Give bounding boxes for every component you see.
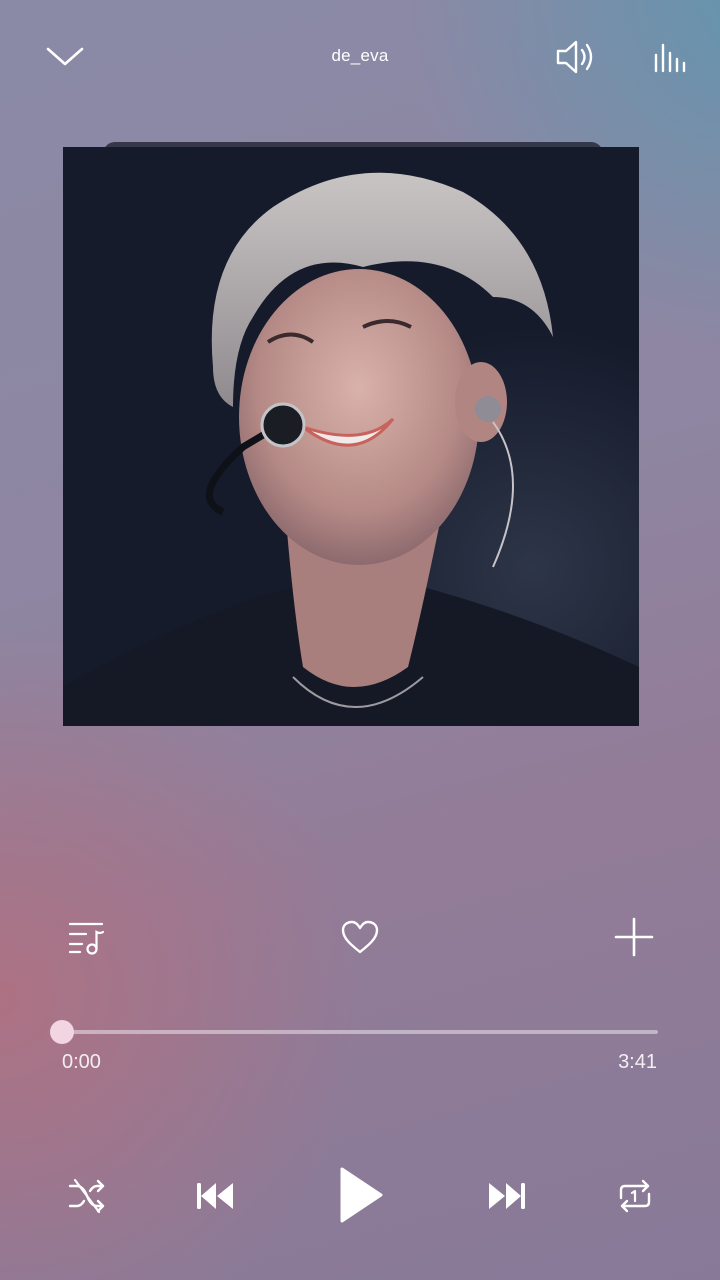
heart-icon <box>341 920 379 954</box>
next-icon <box>489 1183 525 1209</box>
playlist-button[interactable] <box>60 914 112 960</box>
song-info <box>0 726 720 816</box>
shuffle-button[interactable] <box>62 1172 112 1220</box>
seek-bar[interactable] <box>50 1020 658 1044</box>
favorite-button[interactable] <box>336 914 384 960</box>
equalizer-icon <box>654 43 686 73</box>
equalizer-button[interactable] <box>650 38 692 76</box>
repeat-button[interactable] <box>610 1172 660 1220</box>
album-art <box>63 142 639 726</box>
album-art-image <box>63 147 639 726</box>
plus-icon <box>614 917 654 957</box>
repeat-one-icon <box>619 1179 651 1213</box>
previous-button[interactable] <box>190 1172 240 1220</box>
seek-bar-knob[interactable] <box>50 1020 74 1044</box>
volume-icon <box>556 40 593 74</box>
previous-icon <box>197 1183 233 1209</box>
play-icon <box>340 1167 383 1223</box>
volume-button[interactable] <box>552 36 600 78</box>
play-button[interactable] <box>330 1160 392 1230</box>
page-title: de_eva <box>331 46 389 65</box>
chevron-down-icon <box>46 47 84 66</box>
collapse-button[interactable] <box>40 36 90 76</box>
next-button[interactable] <box>482 1172 532 1220</box>
elapsed-time: 0:00 <box>62 1051 101 1073</box>
top-bar: de_eva <box>0 0 720 115</box>
shuffle-icon <box>68 1178 105 1214</box>
duration-time: 3:41 <box>618 1051 657 1073</box>
playlist-icon <box>68 922 105 955</box>
add-to-playlist-button[interactable] <box>610 914 658 960</box>
